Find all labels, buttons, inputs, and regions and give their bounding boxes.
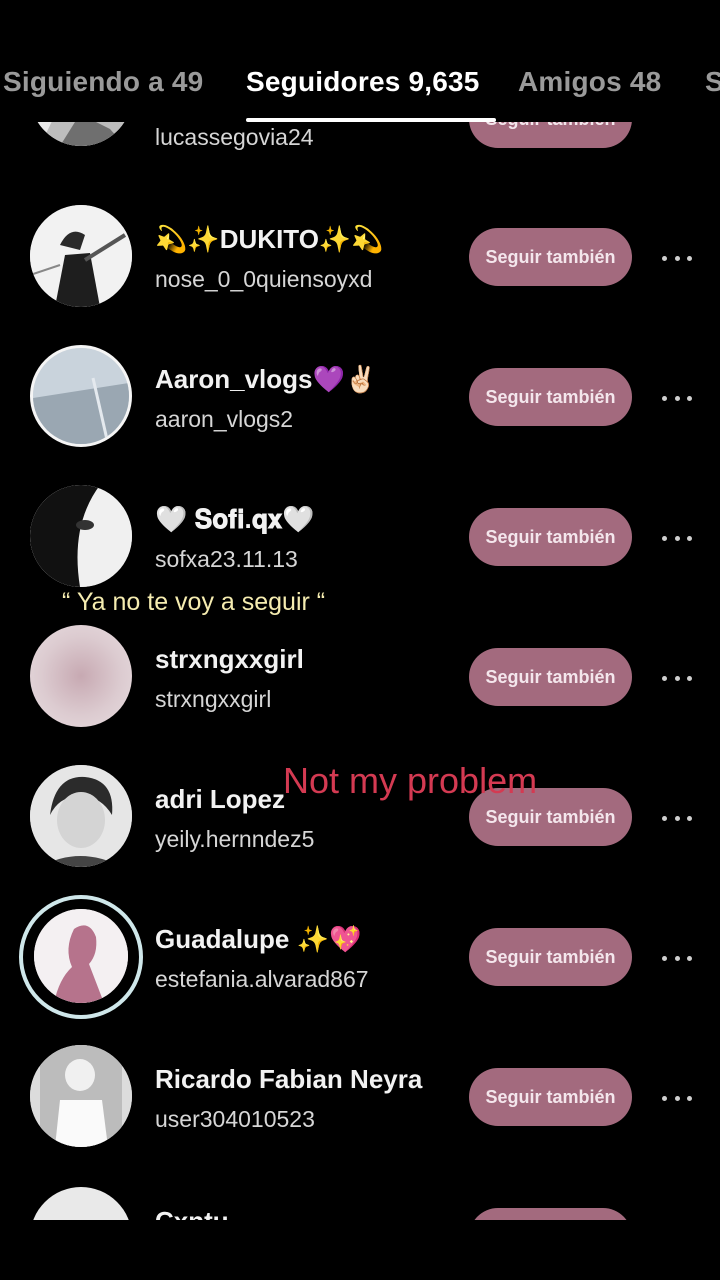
tab-next[interactable]: S [705,66,720,98]
display-name: Cxntu [155,1206,229,1220]
list-item[interactable]: Aaron_vlogs💜✌🏻 aaron_vlogs2 Seguir tambi… [0,330,720,470]
tab-bar: Siguiendo a 49 Seguidores 9,635 Amigos 4… [0,0,720,122]
username: sofxa23.11.13 [155,546,298,572]
avatar[interactable] [30,1045,132,1147]
follow-back-button[interactable]: Seguir también [469,648,632,706]
more-options-icon[interactable] [662,668,692,688]
list-item[interactable]: lucassegovia24 Seguir también [0,122,720,190]
display-name: 🤍 𝐒𝐨𝐟𝐢.𝐪𝐱🤍 [155,504,315,534]
username: estefania.alvarad867 [155,966,369,992]
username: aaron_vlogs2 [155,406,294,432]
more-options-icon[interactable] [662,1088,692,1108]
list-item[interactable]: strxngxxgirl strxngxxgirl Seguir también [0,610,720,750]
more-options-icon[interactable] [662,528,692,548]
display-name: 💫✨DUKITO✨💫 [155,224,384,254]
more-options-icon[interactable] [662,948,692,968]
display-name: strxngxxgirl [155,644,304,674]
follow-back-button[interactable]: Seguir también [469,1068,632,1126]
tab-friends[interactable]: Amigos 48 [518,66,661,98]
more-options-icon[interactable] [662,808,692,828]
more-options-icon[interactable] [662,248,692,268]
avatar[interactable] [30,345,132,447]
followers-list[interactable]: lucassegovia24 Seguir también 💫✨DUKITO✨💫… [0,122,720,1220]
display-name: Guadalupe ✨💖 [155,924,362,954]
tab-following[interactable]: Siguiendo a 49 [3,66,203,98]
display-name: Ricardo Fabian Neyra [155,1064,423,1094]
username: user304010523 [155,1106,315,1132]
list-item[interactable]: 💫✨DUKITO✨💫 nose_0_0quiensoyxd Seguir tam… [0,190,720,330]
display-name: Aaron_vlogs💜✌🏻 [155,364,378,394]
username: strxngxxgirl [155,686,272,712]
list-item[interactable]: Ricardo Fabian Neyra user304010523 Segui… [0,1030,720,1170]
avatar[interactable] [30,122,132,146]
follow-back-button[interactable]: Seguir también [469,368,632,426]
display-name: adri Lopez [155,784,286,814]
follow-back-button[interactable]: Seguir también [469,228,632,286]
list-item[interactable]: Cxntu Seguir también [0,1170,720,1220]
follow-back-button[interactable]: Seguir también [469,122,632,148]
avatar[interactable] [30,765,132,867]
username: lucassegovia24 [155,124,314,150]
tab-followers[interactable]: Seguidores 9,635 [246,66,480,98]
username: nose_0_0quiensoyxd [155,266,373,292]
username: yeily.hernndez5 [155,826,315,852]
avatar[interactable] [30,625,132,727]
follow-back-button[interactable]: Seguir también [469,508,632,566]
bottom-bar [0,1220,720,1280]
avatar[interactable] [30,1187,132,1220]
list-item[interactable]: Guadalupe ✨💖 estefania.alvarad867 Seguir… [0,890,720,1030]
avatar[interactable] [34,909,128,1003]
overlay-problem-text: Not my problem [283,760,538,801]
follow-back-button[interactable]: Seguir también [469,928,632,986]
more-options-icon[interactable] [662,388,692,408]
avatar[interactable] [30,485,132,587]
follow-back-button[interactable]: Seguir también [469,1208,632,1220]
overlay-caption: “ Ya no te voy a seguir “ [62,588,326,616]
avatar[interactable] [30,205,132,307]
